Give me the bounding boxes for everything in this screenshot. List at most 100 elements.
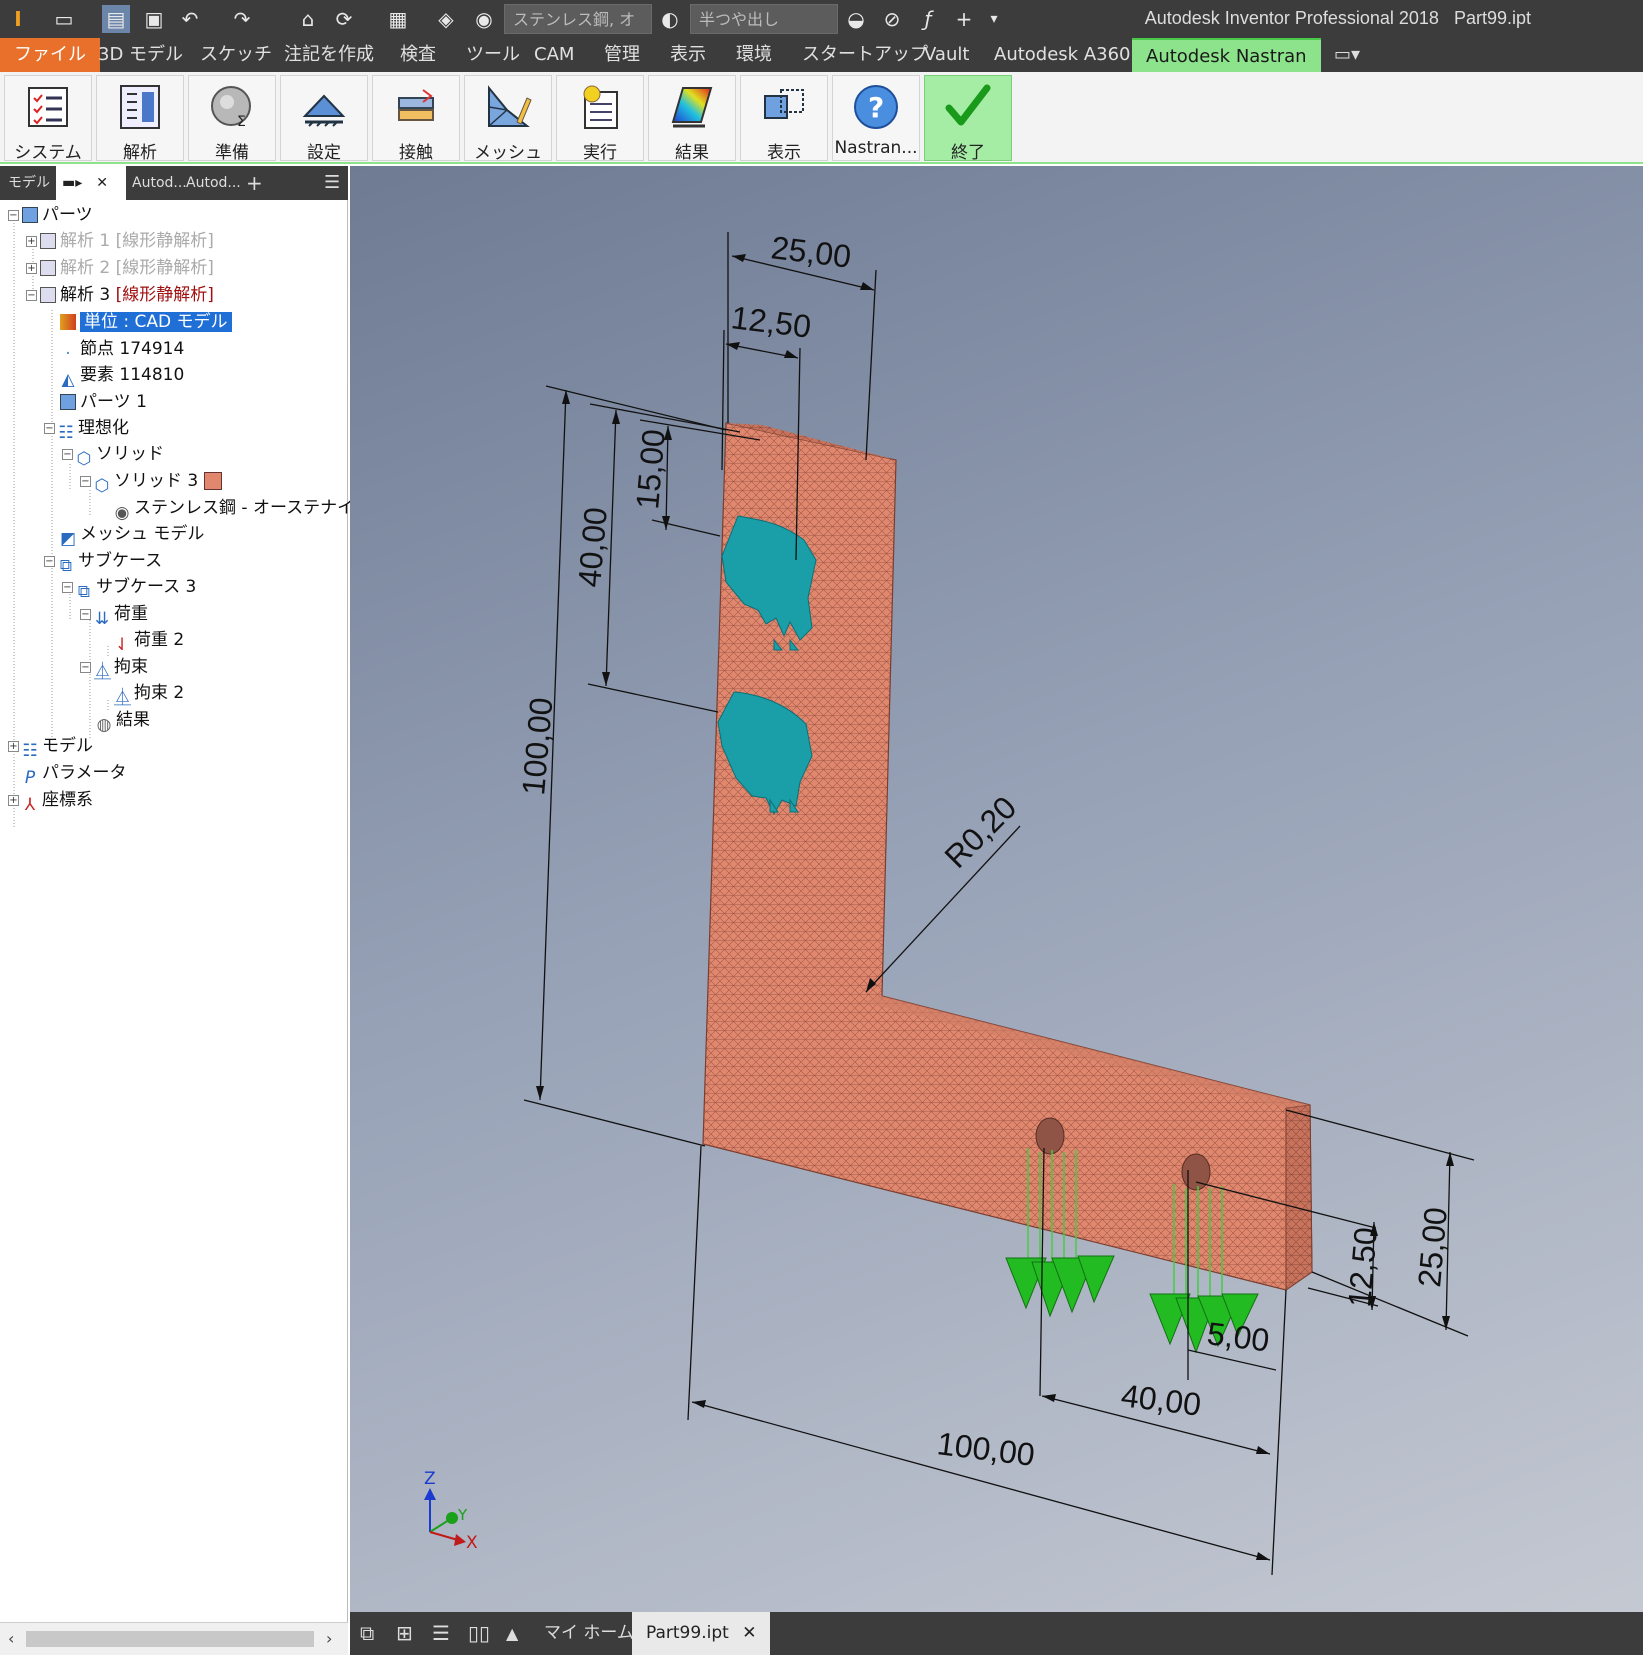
tree-node-nodes[interactable]: · 節点 174914 [60,336,184,364]
analysis-icon [40,233,56,249]
menu-environments[interactable]: 環境 [722,38,786,72]
cascade-windows-icon[interactable]: ⧉ [360,1612,374,1655]
tree-node-load-2[interactable]: ⇃ 荷重 2 [114,627,184,655]
menu-3d-model[interactable]: 3D モデル [84,38,197,72]
tree-node-part[interactable]: − パーツ [8,202,93,228]
undo-icon[interactable]: ↶ [176,5,204,33]
tree-node-mesh-model[interactable]: ◩ メッシュ モデル [60,521,204,549]
dim-hole1-offset[interactable]: 15,00 [629,428,672,511]
dim-hole-spacing-v[interactable]: 40,00 [571,506,614,589]
menu-vault[interactable]: Vault [910,38,983,72]
contact-button[interactable]: 接触 [372,75,460,163]
run-button[interactable]: 実行 [556,75,644,163]
tab-document[interactable]: Part99.ipt ✕ [632,1612,771,1655]
tree-node-units[interactable]: 単位 : CAD モデル [60,309,232,335]
tree-node-solids[interactable]: − ⬡ ソリッド [62,441,164,469]
material-icon[interactable]: ◉ [470,5,498,33]
scroll-thumb[interactable] [26,1631,314,1647]
tree-node-subcase-3[interactable]: − ⧉ サブケース 3 [62,574,196,602]
tree-node-constraint-2[interactable]: ⏅ 拘束 2 [114,680,184,708]
tree-node-material[interactable]: ◉ ステンレス鋼 - オーステナイト系 [114,495,389,523]
open-file-icon[interactable]: ▤ [102,5,130,33]
results-button[interactable]: 結果 [648,75,736,163]
menu-inspect[interactable]: 検査 [386,38,450,72]
system-button[interactable]: システム [4,75,92,163]
dim-hole-edge[interactable]: 5,00 [1205,1315,1271,1358]
appearance-dropdown[interactable]: 半つや出し [690,4,838,34]
menu-view[interactable]: 表示 [656,38,720,72]
tree-node-analysis-3[interactable]: − 解析 3 [線形静解析] [26,282,214,308]
tree-node-idealization[interactable]: − ☷ 理想化 [44,415,129,443]
dim-height[interactable]: 100,00 [515,696,559,797]
material-dropdown[interactable]: ステンレス鋼, オ [504,4,652,34]
tree-node-model[interactable]: + ☷ モデル [8,733,93,761]
close-icon[interactable]: ✕ [96,175,108,191]
add-icon[interactable]: + [950,5,978,33]
home-icon[interactable]: ⌂ [294,5,322,33]
tab-model[interactable]: モデル [2,166,56,200]
ribbon-display-icon[interactable]: ▭▾ [1320,38,1374,72]
prepare-button[interactable]: Σ 準備 [188,75,276,163]
new-file-icon[interactable]: ▭ [50,5,78,33]
tree-node-subcases[interactable]: − ⧉ サブケース [44,548,162,576]
load-icon: ⇊ [94,609,110,629]
dim-hole-spacing-h[interactable]: 40,00 [1119,1377,1203,1422]
dim-top-half[interactable]: 12,50 [729,299,813,344]
close-icon[interactable]: ✕ [742,1623,756,1643]
tile-vertical-icon[interactable]: ▯▯ [468,1612,490,1655]
save-icon[interactable]: ▣ [140,5,168,33]
browser-menu-icon[interactable]: ☰ [318,166,346,200]
tree-node-solid-3[interactable]: − ⬡ ソリッド 3 [80,468,222,496]
measure-icon[interactable]: ◈ [432,5,460,33]
tab-autodesk-b[interactable]: Autod... [180,166,247,200]
clear-icon[interactable]: ⊘ [878,5,906,33]
add-tab-icon[interactable]: + [240,166,269,200]
nastran-help-button[interactable]: ? Nastran... [832,75,920,161]
tree-node-part-1[interactable]: パーツ 1 [60,389,147,415]
tree-horizontal-scrollbar[interactable]: ‹ › [0,1622,348,1655]
tree-node-analysis-2[interactable]: + 解析 2 [線形静解析] [26,255,214,281]
parameters-icon[interactable]: ƒ [914,5,942,33]
select-icon[interactable]: ▦ [384,5,412,33]
mesh-button[interactable]: メッシュ [464,75,552,163]
tab-my-home[interactable]: マイ ホーム [544,1612,634,1655]
redo-icon[interactable]: ↷ [228,5,256,33]
menu-nastran[interactable]: Autodesk Nastran [1132,38,1321,72]
tree-node-loads[interactable]: − ⇊ 荷重 [80,601,148,629]
menu-manage[interactable]: 管理 [590,38,654,72]
menu-cam[interactable]: CAM [520,38,588,72]
customize-icon[interactable]: ▾ [980,5,1008,33]
graphics-viewport[interactable]: 25,00 12,50 15,00 40,00 100,00 R0,20 12,… [350,166,1643,1622]
tree-node-elements[interactable]: ◭ 要素 114810 [60,362,184,390]
svg-text:Σ: Σ [237,114,246,130]
update-icon[interactable]: ⟳ [330,5,358,33]
tile-windows-icon[interactable]: ⊞ [396,1612,413,1655]
solid-color-swatch [203,472,222,490]
display-button[interactable]: 表示 [740,75,828,163]
analysis-button[interactable]: 解析 [96,75,184,163]
tree-label: パーツ 1 [80,392,147,412]
dim-length[interactable]: 100,00 [935,1425,1037,1473]
tab-nastran-browser[interactable]: ▬▸ ✕ [56,166,126,200]
scroll-right-icon[interactable]: › [326,1629,332,1648]
tile-horizontal-icon[interactable]: ☰ [432,1612,450,1655]
tree-node-results[interactable]: ◍ 結果 [96,707,150,735]
analysis-icon [40,260,56,276]
expand-up-icon[interactable]: ▲ [506,1612,518,1655]
tree-node-parameters[interactable]: P パラメータ [22,760,127,788]
scroll-left-icon[interactable]: ‹ [8,1629,14,1648]
prepare-label: 準備 [215,143,249,163]
adjust-icon[interactable]: ◒ [842,5,870,33]
dim-right-width[interactable]: 25,00 [1411,1206,1454,1289]
color-override-icon[interactable]: ◐ [656,5,684,33]
tree-node-coordinate-systems[interactable]: + ⅄ 座標系 [8,787,93,815]
setup-button[interactable]: 設定 [280,75,368,163]
dim-radius[interactable]: R0,20 [937,789,1023,875]
menu-a360[interactable]: Autodesk A360 [980,38,1145,72]
dim-right-half[interactable]: 12,50 [1341,1226,1384,1309]
finish-button[interactable]: 終了 [924,75,1012,163]
menu-annotate[interactable]: 注記を作成 [270,38,388,72]
tree-node-analysis-1[interactable]: + 解析 1 [線形静解析] [26,228,214,254]
tree-node-constraints[interactable]: − ⏅ 拘束 [80,654,148,682]
inventor-logo-icon[interactable]: I [4,5,32,33]
